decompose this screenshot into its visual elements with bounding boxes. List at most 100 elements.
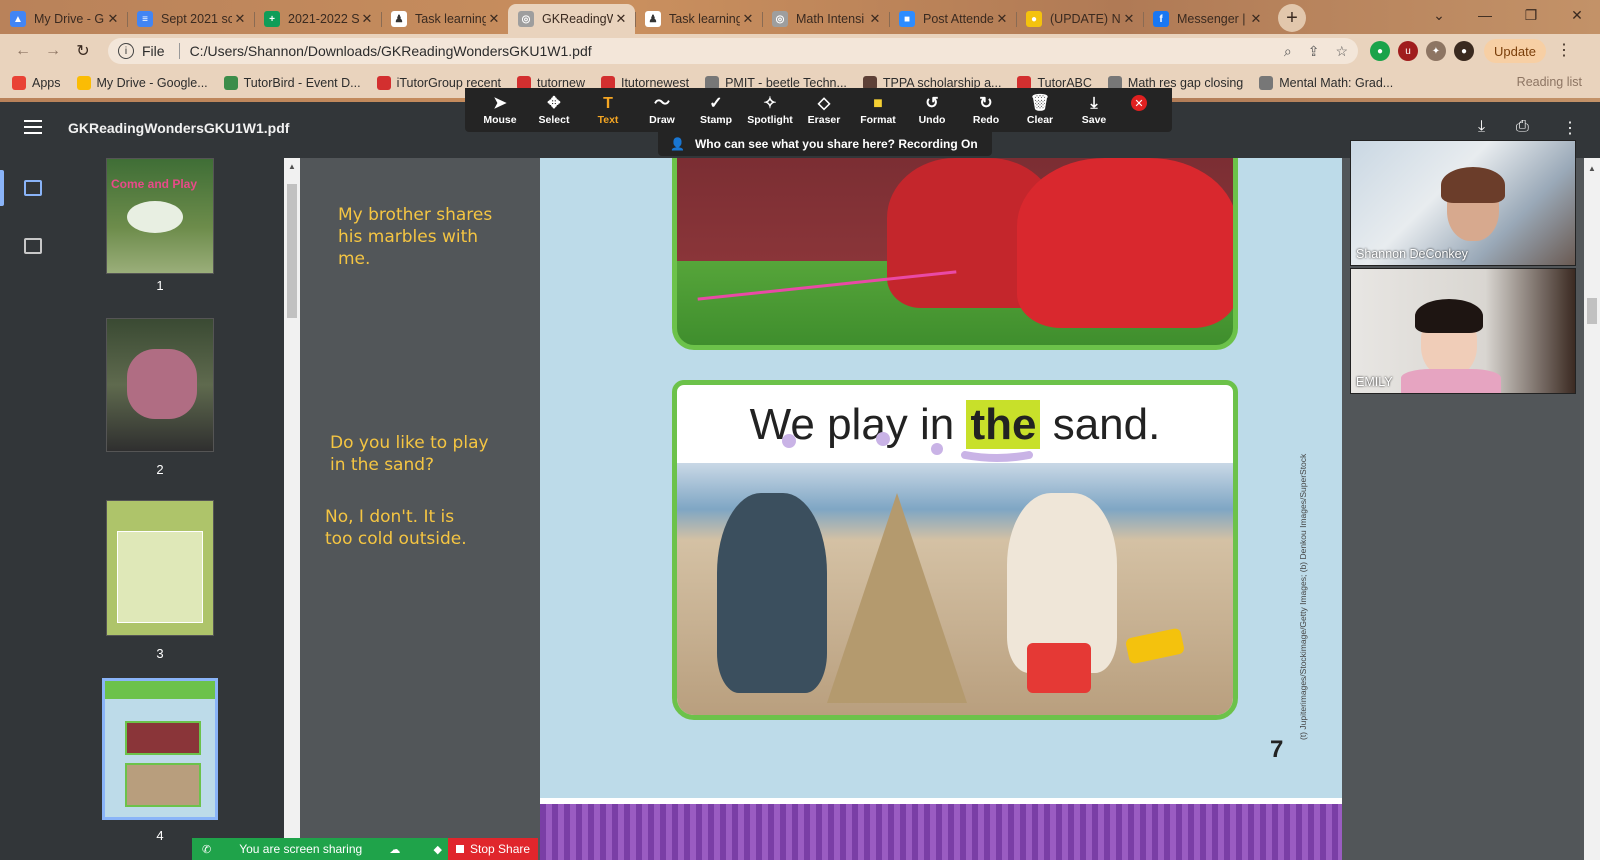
zoom-tool-undo[interactable]: ↺ Undo	[905, 88, 959, 132]
restore-icon[interactable]: ❐	[1508, 0, 1554, 30]
extension-ublock-icon[interactable]: u	[1398, 41, 1418, 61]
annotation-note-2[interactable]: Do you like to play in the sand?	[330, 432, 489, 476]
bookmark-item[interactable]: TutorBird - Event D...	[223, 76, 361, 90]
zoom-tool-mouse[interactable]: ➤ Mouse	[473, 88, 527, 132]
close-tab-icon[interactable]: ✕	[486, 11, 502, 27]
zoom-icon[interactable]: ⌕	[1284, 43, 1292, 60]
scroll-up-icon[interactable]: ▲	[1588, 164, 1596, 173]
close-window-icon[interactable]: ✕	[1554, 0, 1600, 30]
browser-toolbar: ← → ↻ i File C:/Users/Shannon/Downloads/…	[0, 34, 1600, 68]
extensions-puzzle-icon[interactable]: ✦	[1426, 41, 1446, 61]
tab-favicon-icon: ◎	[518, 11, 534, 27]
sand-panel: We play in the sand.	[672, 380, 1238, 720]
photo-credit: (t) Jupiterimages/Stockimage/Getty Image…	[1298, 453, 1308, 740]
tab-8[interactable]: ■ Post Attende ✕	[889, 4, 1016, 34]
participant-video-1[interactable]: Shannon DeConkey	[1350, 140, 1576, 266]
page-thumbnail[interactable]	[106, 318, 214, 452]
tab-2[interactable]: ≡ Sept 2021 sc ✕	[127, 4, 254, 34]
close-annotation-icon[interactable]: ✕	[1131, 95, 1147, 111]
address-bar[interactable]: i File C:/Users/Shannon/Downloads/GKRead…	[108, 38, 1358, 64]
tab-favicon-icon: f	[1153, 11, 1169, 27]
more-options-icon[interactable]: ⋮	[1562, 118, 1578, 138]
zoom-tool-save[interactable]: ⤓ Save	[1067, 88, 1121, 132]
tab-10[interactable]: f Messenger | ✕	[1143, 4, 1270, 34]
scrollbar-thumb[interactable]	[287, 184, 297, 318]
close-tab-icon[interactable]: ✕	[1121, 11, 1137, 27]
close-tab-icon[interactable]: ✕	[359, 11, 375, 27]
shield-icon[interactable]: ◆	[434, 843, 442, 856]
page-scrollbar[interactable]: ▲	[1584, 158, 1600, 860]
zoom-tool-spotlight[interactable]: ✧ Spotlight	[743, 88, 797, 132]
scrollbar-thumb[interactable]	[1587, 298, 1597, 324]
bookmark-star-icon[interactable]: ☆	[1335, 43, 1348, 60]
tab-7[interactable]: ◎ Math Intensi ✕	[762, 4, 889, 34]
zoom-tool-label: Stamp	[699, 114, 733, 126]
bookmark-item[interactable]: Mental Math: Grad...	[1259, 76, 1393, 90]
profile-avatar-icon[interactable]: ●	[1454, 41, 1474, 61]
share-icon[interactable]: ⇪	[1308, 43, 1320, 60]
thumbnail-grid	[117, 531, 203, 623]
reading-list-link[interactable]: Reading list	[1517, 75, 1582, 89]
tab-search-icon[interactable]: ⌄	[1416, 0, 1462, 30]
close-tab-icon[interactable]: ✕	[740, 11, 756, 27]
zoom-tool-text[interactable]: T Text	[581, 88, 635, 132]
zoom-tool-redo[interactable]: ↻ Redo	[959, 88, 1013, 132]
menu-icon[interactable]	[24, 120, 42, 134]
screen-share-bar[interactable]: ✆ You are screen sharing ☁ ◆	[192, 838, 448, 860]
address-separator	[178, 43, 180, 59]
annotation-note-1[interactable]: My brother shares his marbles with me.	[338, 204, 492, 270]
close-tab-icon[interactable]: ✕	[613, 11, 629, 27]
page-thumbnail[interactable]: Come and Play	[106, 158, 214, 274]
save-icon: ⤓	[1090, 95, 1098, 112]
bookmark-favicon-icon	[1259, 76, 1274, 90]
extension-green-icon[interactable]: ●	[1370, 41, 1390, 61]
close-tab-icon[interactable]: ✕	[105, 11, 121, 27]
tab-title: Post Attende	[923, 12, 994, 26]
back-icon[interactable]: ←	[8, 42, 38, 60]
tab-1[interactable]: ▲ My Drive - G ✕	[0, 4, 127, 34]
outline-icon[interactable]	[24, 238, 42, 254]
sharing-status: You are screen sharing	[239, 842, 363, 856]
tab-5[interactable]: ◎ GKReadingW ✕	[508, 4, 635, 34]
print-icon[interactable]: ⎙	[1516, 118, 1529, 136]
new-tab-button[interactable]: +	[1278, 4, 1306, 32]
info-icon[interactable]: i	[118, 43, 134, 59]
scroll-up-icon[interactable]: ▲	[288, 162, 296, 171]
stop-share-button[interactable]: Stop Share	[448, 838, 538, 860]
zoom-tool-clear[interactable]: 🗑 Clear	[1013, 88, 1067, 132]
download-icon[interactable]: ⤓	[1478, 118, 1485, 136]
tab-9[interactable]: ● (UPDATE) N ✕	[1016, 4, 1143, 34]
recording-notice-text: Who can see what you share here? Recordi…	[694, 137, 978, 151]
zoom-tool-select[interactable]: ✥ Select	[527, 88, 581, 132]
annotation-note-3[interactable]: No, I don't. It is too cold outside.	[325, 506, 467, 550]
update-button[interactable]: Update	[1484, 39, 1546, 63]
participant-name: EMILY	[1356, 375, 1393, 389]
zoom-tool-eraser[interactable]: ◇ Eraser	[797, 88, 851, 132]
close-tab-icon[interactable]: ✕	[867, 11, 883, 27]
page-thumbnail[interactable]	[106, 500, 214, 636]
reload-icon[interactable]: ↻	[68, 41, 98, 61]
tab-6[interactable]: ♟ Task learning ✕	[635, 4, 762, 34]
close-tab-icon[interactable]: ✕	[1248, 11, 1264, 27]
close-tab-icon[interactable]: ✕	[232, 11, 248, 27]
tab-3[interactable]: +2021-2022 S ✕	[254, 4, 381, 34]
forward-icon[interactable]: →	[38, 42, 68, 60]
close-tab-icon[interactable]: ✕	[994, 11, 1010, 27]
url-text[interactable]: C:/Users/Shannon/Downloads/GKReadingWond…	[190, 43, 1268, 59]
zoom-tool-stamp[interactable]: ✓ Stamp	[689, 88, 743, 132]
browser-menu-icon[interactable]: ⋮	[1556, 40, 1572, 60]
thumbnails-icon[interactable]	[24, 180, 42, 196]
tab-4[interactable]: ♟ Task learning ✕	[381, 4, 508, 34]
cloud-icon[interactable]: ☁	[389, 843, 400, 856]
bookmark-item[interactable]: My Drive - Google...	[76, 76, 208, 90]
page-thumbnail-selected[interactable]	[102, 678, 218, 820]
bookmark-item[interactable]: Apps	[12, 76, 61, 90]
thumbnail-scrollbar[interactable]: ▲	[284, 158, 300, 860]
recording-notice[interactable]: 👤 Who can see what you share here? Recor…	[658, 132, 992, 156]
participant-video-2[interactable]: EMILY	[1350, 268, 1576, 394]
tab-title: Task learning	[415, 12, 486, 26]
minimize-icon[interactable]: —	[1462, 0, 1508, 30]
zoom-tool-format[interactable]: ■ Format	[851, 88, 905, 132]
zoom-tool-draw[interactable]: 〜 Draw	[635, 88, 689, 132]
thumbnail-header	[105, 681, 215, 699]
